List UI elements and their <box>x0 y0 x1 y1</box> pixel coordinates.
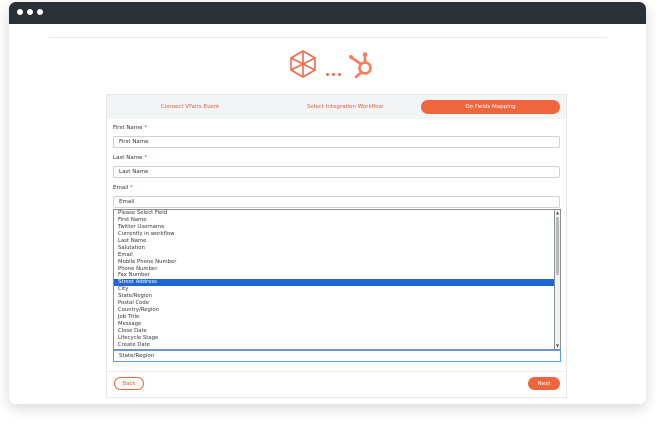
step-connect-event[interactable]: Connect VFairs Event <box>115 100 265 114</box>
last-name-field[interactable]: Last Name <box>113 166 560 178</box>
dropdown-option[interactable]: Country/Region <box>114 307 554 314</box>
dropdown-option[interactable]: Twitter Username <box>114 224 554 231</box>
dropdown-option[interactable]: Email <box>114 252 554 259</box>
scrollbar-thumb[interactable] <box>556 217 559 275</box>
dropdown-option[interactable]: Phone Number <box>114 266 554 273</box>
dropdown-option[interactable]: Lifecycle Stage <box>114 335 554 342</box>
dropdown-option[interactable]: Fax Number <box>114 272 554 279</box>
window-titlebar <box>9 2 646 24</box>
dropdown-option[interactable]: Please Select Field <box>114 210 554 217</box>
required-marker: * <box>130 185 133 191</box>
dropdown-scrollbar[interactable]: ▲ ▼ <box>555 209 561 350</box>
step-progress-bar: Connect VFairs Event Select Integration … <box>107 95 566 119</box>
first-name-label: First Name * <box>113 125 147 131</box>
first-name-label-text: First Name <box>113 125 143 131</box>
dropdown-option[interactable]: Last Name <box>114 238 554 245</box>
dropdown-option[interactable]: Mobile Phone Number <box>114 259 554 266</box>
window-dot-icon <box>17 9 23 15</box>
back-button[interactable]: Back <box>114 377 144 390</box>
browser-window: Connect VFairs Event Select Integration … <box>9 2 646 404</box>
window-dot-icon <box>37 9 43 15</box>
email-field[interactable]: Email <box>113 196 560 208</box>
dropdown-option[interactable]: Close Date <box>114 328 554 335</box>
email-label: Email * <box>113 185 133 191</box>
dropdown-option[interactable]: City <box>114 286 554 293</box>
footer-divider <box>107 371 566 372</box>
step-select-workflow[interactable]: Select Integration Workflow <box>270 100 420 114</box>
dropdown-option[interactable]: Job Title <box>114 314 554 321</box>
connection-dots-icon <box>326 61 344 80</box>
required-marker: * <box>144 125 148 131</box>
first-name-field[interactable]: First Name <box>113 136 560 148</box>
last-name-label-text: Last Name <box>113 155 143 161</box>
step-fields-mapping[interactable]: Do Fields Mapping <box>421 100 560 114</box>
hubspot-logo-icon <box>349 52 372 79</box>
vfairs-logo-icon <box>290 50 316 78</box>
dropdown-option[interactable]: Salutation <box>114 245 554 252</box>
mapping-card: Connect VFairs Event Select Integration … <box>106 94 567 398</box>
dropdown-option[interactable]: Create Date <box>114 342 554 349</box>
field-options-list[interactable]: Please Select Field First Name Twitter Use… <box>113 209 555 350</box>
email-label-text: Email <box>113 185 129 191</box>
dropdown-option[interactable]: Message <box>114 321 554 328</box>
header-divider <box>49 37 606 38</box>
dropdown-option[interactable]: Postal Code <box>114 300 554 307</box>
scroll-up-icon[interactable]: ▲ <box>555 210 560 216</box>
dropdown-option[interactable]: State/Region <box>114 293 554 300</box>
window-dot-icon <box>27 9 33 15</box>
dropdown-option[interactable]: Currently in workflow <box>114 231 554 238</box>
next-button[interactable]: Next <box>528 377 560 390</box>
dropdown-option[interactable]: Street Address <box>114 279 554 287</box>
scroll-down-icon[interactable]: ▼ <box>555 343 560 349</box>
required-marker: * <box>144 155 147 161</box>
dropdown-option[interactable]: First Name <box>114 217 554 224</box>
field-select[interactable]: State/Region <box>113 350 561 362</box>
last-name-label: Last Name * <box>113 155 147 161</box>
